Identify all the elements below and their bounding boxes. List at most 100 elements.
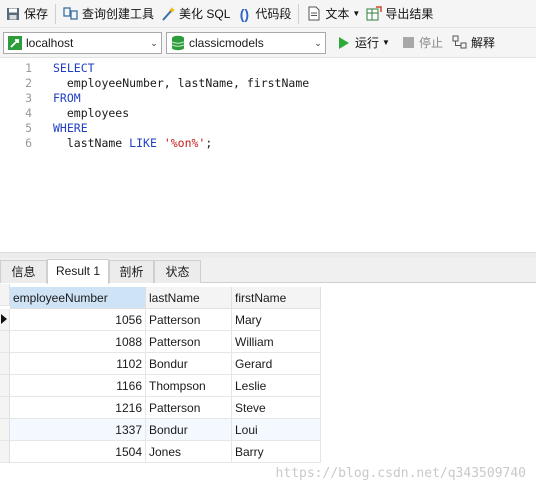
table-cell[interactable]: Patterson [146,309,232,331]
row-indicator[interactable] [0,331,10,353]
sql-keyword: LIKE [129,136,157,150]
stop-label: 停止 [419,36,444,50]
connection-select[interactable]: localhost ⌄ [3,32,162,54]
table-cell[interactable]: William [232,331,321,353]
row-indicator-current[interactable] [0,309,10,331]
row-indicator[interactable] [0,397,10,419]
sql-keyword: FROM [53,91,81,105]
sql-keyword: SELECT [53,61,95,75]
code-line: 4 employees [0,106,536,121]
tab-profile[interactable]: 剖析 [109,260,154,283]
toolbar-separator [55,3,57,24]
explain-icon [452,35,468,51]
text-dropdown-button[interactable]: 文本 ▼ [303,2,363,26]
save-label: 保存 [24,7,49,21]
line-number: 1 [25,61,32,75]
chevron-down-icon: ⌄ [314,37,322,48]
watermark: https://blog.csdn.net/q343509740 [275,466,526,481]
row-indicator[interactable] [0,353,10,375]
row-indicator[interactable] [0,419,10,441]
code-line: 2 employeeNumber, lastName, firstName [0,76,536,91]
row-indicator[interactable] [0,441,10,463]
tab-status[interactable]: 状态 [154,260,201,283]
table-cell[interactable]: 1337 [10,419,146,441]
query-builder-button[interactable]: 查询创建工具 [60,2,157,26]
table-cell[interactable]: Patterson [146,397,232,419]
dropdown-arrow-icon: ▼ [352,9,361,18]
line-number: 4 [25,106,32,120]
table-cell[interactable]: Leslie [232,375,321,397]
stop-button[interactable]: 停止 [397,31,446,55]
run-label: 运行 [355,36,380,50]
table-cell[interactable]: Bondur [146,419,232,441]
code-text: lastName LIKE '%on%'; [53,136,212,151]
code-line: 3 FROM [0,91,536,106]
header-corner [0,284,10,306]
export-results-label: 导出结果 [385,7,434,21]
explain-button[interactable]: 解释 [449,31,498,55]
sql-editor[interactable]: 1 SELECT 2 employeeNumber, lastName, first… [0,58,536,252]
table-cell[interactable]: Loui [232,419,321,441]
table-cell[interactable]: Mary [232,309,321,331]
chevron-down-icon: ⌄ [150,37,158,48]
stop-icon [400,35,416,51]
code-snippet-label: 代码段 [255,7,292,21]
code-text: SELECT [53,61,95,76]
database-select[interactable]: classicmodels ⌄ [166,32,326,54]
row-indicator[interactable] [0,375,10,397]
connection-icon [7,35,23,51]
code-snippet-button[interactable]: () 代码段 [233,2,294,26]
dropdown-arrow-icon: ▼ [382,38,390,47]
table-cell[interactable]: Steve [232,397,321,419]
parentheses-icon: () [239,5,250,22]
sql-token: ; [205,136,213,150]
run-button[interactable]: 运行 ▼ [333,31,393,55]
line-number: 3 [25,91,32,105]
beautify-sql-button[interactable]: 美化 SQL [157,2,233,26]
sql-token: lastName [53,136,130,150]
tab-result-1[interactable]: Result 1 [47,259,109,284]
column-header[interactable]: lastName [146,287,232,309]
beautify-sql-label: 美化 SQL [179,7,231,21]
code-text: FROM [53,91,81,106]
code-text: employees [53,106,129,121]
column-header[interactable]: firstName [232,287,321,309]
connection-toolbar: localhost ⌄ classicmodels ⌄ 运行 ▼ 停止 解释 [0,28,536,58]
code-line: 6 lastName LIKE '%on%'; [0,136,536,151]
database-value: classicmodels [189,36,264,50]
table-cell[interactable]: 1216 [10,397,146,419]
save-button[interactable]: 保存 [2,2,51,26]
current-row-arrow-icon [1,314,7,324]
tab-info[interactable]: 信息 [0,260,47,283]
result-tabs: 信息 Result 1 剖析 状态 [0,258,536,284]
document-icon [306,6,322,22]
sql-keyword: WHERE [53,121,88,135]
table-cell[interactable]: Bondur [146,353,232,375]
save-icon [5,6,21,22]
line-number: 5 [25,121,32,135]
column-header[interactable]: employeeNumber [10,287,146,309]
table-cell[interactable]: 1166 [10,375,146,397]
code-line: 5 WHERE [0,121,536,136]
table-cell[interactable]: Gerard [232,353,321,375]
sql-token: employees [53,106,130,120]
code-line: 1 SELECT [0,61,536,76]
text-label: 文本 [325,7,350,21]
table-cell[interactable]: Barry [232,441,321,463]
play-icon [336,35,352,51]
export-results-button[interactable]: 导出结果 [363,2,436,26]
explain-label: 解释 [471,36,496,50]
toolbar-separator [298,3,300,24]
table-cell[interactable]: Thompson [146,375,232,397]
table-cell[interactable]: Patterson [146,331,232,353]
table-cell[interactable]: 1088 [10,331,146,353]
code-text: WHERE [53,121,88,136]
sql-token: employeeNumber, lastName, firstName [53,76,310,90]
table-cell[interactable]: Jones [146,441,232,463]
main-toolbar: 保存 查询创建工具 美化 SQL () 代码段 文本 ▼ 导出结果 [0,0,536,28]
table-cell[interactable]: 1504 [10,441,146,463]
table-cell[interactable]: 1056 [10,309,146,331]
sql-string: '%on%' [163,136,206,150]
table-cell[interactable]: 1102 [10,353,146,375]
